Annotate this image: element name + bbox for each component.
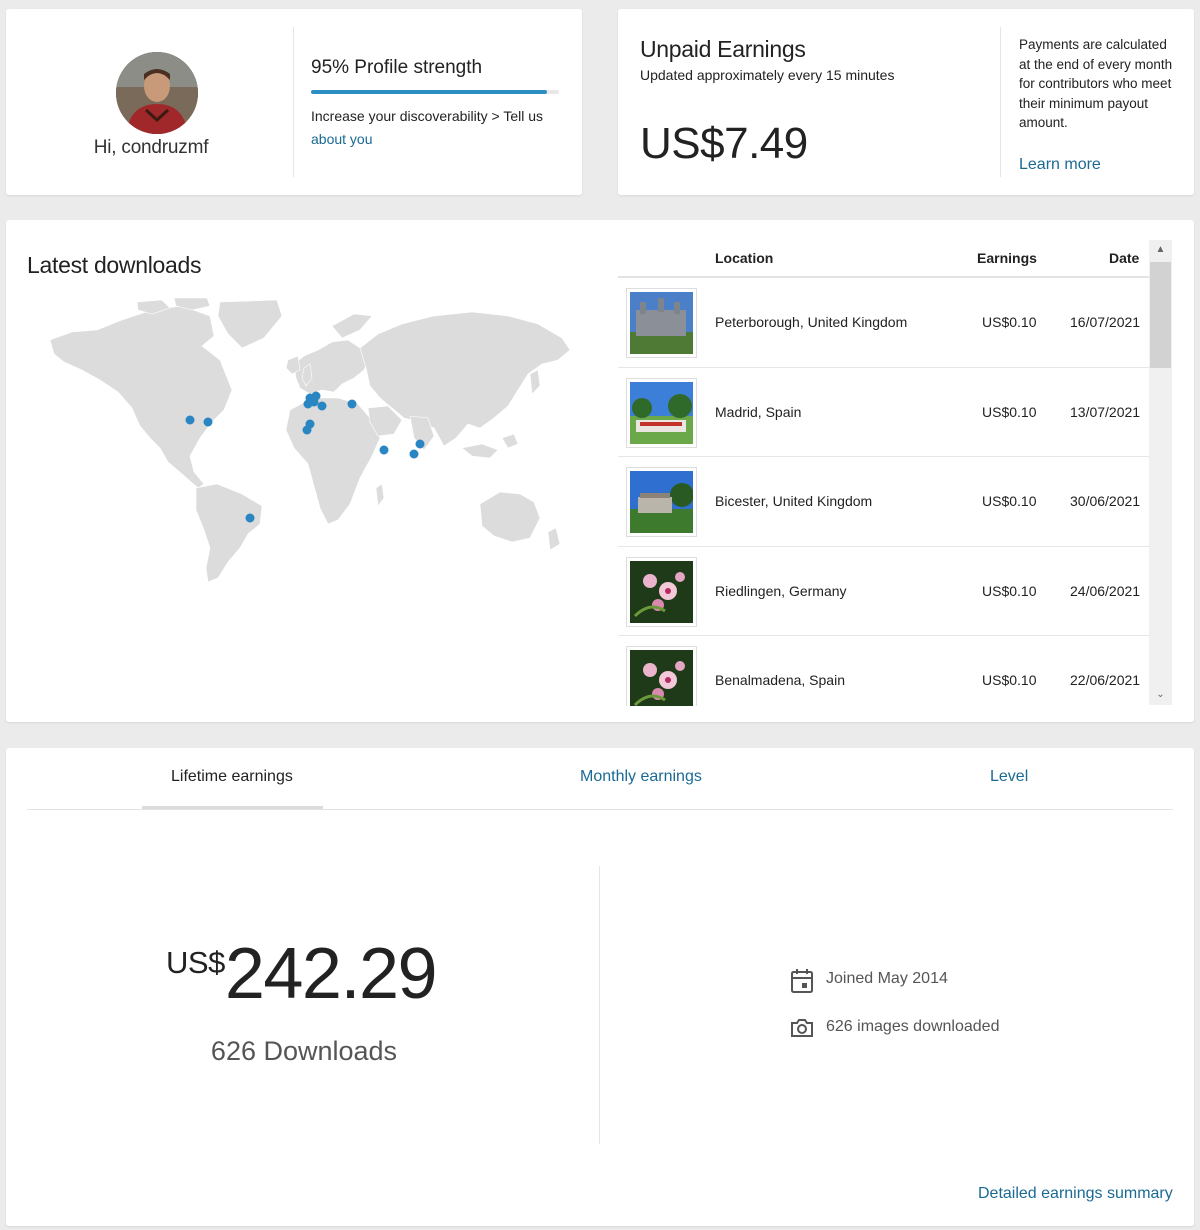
flower-icon <box>630 650 693 706</box>
profile-card: Hi, condruzmf 95% Profile strength Incre… <box>6 9 582 195</box>
building-icon <box>630 292 693 354</box>
hint-text: Increase your discoverability > Tell us <box>311 108 544 124</box>
row-earnings: US$0.10 <box>982 582 1037 599</box>
download-marker[interactable] <box>347 399 357 409</box>
row-earnings: US$0.10 <box>982 314 1037 330</box>
row-date: 24/06/2021 <box>1070 582 1141 599</box>
table-row[interactable]: Benalmadena, Spain US$0.10 22/06/2021 <box>618 636 1150 706</box>
download-marker[interactable] <box>409 449 419 459</box>
discoverability-hint: Increase your discoverability > Tell us … <box>311 105 566 151</box>
divider <box>599 866 600 1144</box>
download-marker[interactable] <box>245 513 255 523</box>
amount-value: 242.29 <box>224 934 438 1014</box>
row-location: Bicester, United Kingdom <box>715 493 873 509</box>
payment-note: Payments are calculated at the end of ev… <box>1019 37 1173 130</box>
table-body: Peterborough, United Kingdom US$0.10 16/07… <box>618 278 1150 706</box>
row-date: 30/06/2021 <box>1070 493 1141 509</box>
image-thumbnail[interactable] <box>626 467 697 537</box>
row-location: Riedlingen, Germany <box>715 582 847 599</box>
table-row[interactable]: Peterborough, United Kingdom US$0.10 16/07… <box>618 278 1150 368</box>
scrollbar-thumb[interactable] <box>1150 262 1171 368</box>
tab-monthly-earnings[interactable]: Monthly earnings <box>580 768 702 786</box>
flower-icon <box>630 560 693 623</box>
table-row[interactable]: Riedlingen, Germany US$0.10 24/06/2021 <box>618 547 1150 636</box>
profile-strength-bar <box>311 90 559 94</box>
unpaid-earnings-amount: US$7.49 <box>640 119 808 168</box>
joined-text: Joined May 2014 <box>826 970 948 987</box>
download-marker[interactable] <box>415 439 425 449</box>
download-marker[interactable] <box>303 399 313 409</box>
profile-strength-fill <box>311 90 547 94</box>
column-date: Date <box>1109 250 1140 266</box>
detailed-earnings-summary-link[interactable]: Detailed earnings summary <box>978 1185 1173 1203</box>
active-tab-indicator <box>142 806 323 809</box>
world-map <box>49 298 571 583</box>
table-scrollbar[interactable]: ▲ ⌄ <box>1149 240 1172 705</box>
images-downloaded-text: 626 images downloaded <box>826 1018 1000 1035</box>
download-marker[interactable] <box>379 445 389 455</box>
divider <box>293 27 294 177</box>
greeting: Hi, condruzmf <box>93 137 209 158</box>
download-marker[interactable] <box>317 401 327 411</box>
unpaid-earnings-card: Unpaid Earnings Updated approximately ev… <box>618 9 1194 195</box>
column-location: Location <box>715 250 774 266</box>
row-date: 16/07/2021 <box>1070 314 1141 330</box>
unpaid-earnings-subtitle: Updated approximately every 15 minutes <box>640 67 895 83</box>
lifetime-earnings-amount: US$242.29 <box>166 933 438 1015</box>
downloads-count: 626 Downloads <box>210 1036 398 1066</box>
lifetime-earnings-card: Lifetime earnings Monthly earnings Level… <box>6 748 1194 1226</box>
park-icon <box>630 381 693 444</box>
row-date: 22/06/2021 <box>1070 672 1141 688</box>
profile-strength-label: 95% Profile strength <box>311 57 483 78</box>
divider <box>1000 27 1001 177</box>
download-marker[interactable] <box>302 425 312 435</box>
calendar-icon <box>791 969 813 993</box>
mansion-icon <box>630 471 693 533</box>
row-earnings: US$0.10 <box>982 493 1037 509</box>
row-earnings: US$0.10 <box>982 403 1037 420</box>
download-marker[interactable] <box>203 417 213 427</box>
tab-lifetime-earnings[interactable]: Lifetime earnings <box>171 768 293 786</box>
table-header: Location Earnings Date <box>618 240 1150 278</box>
row-date: 13/07/2021 <box>1070 403 1141 420</box>
avatar[interactable] <box>116 52 198 134</box>
row-location: Peterborough, United Kingdom <box>715 314 908 330</box>
latest-downloads-title: Latest downloads <box>27 252 202 278</box>
row-earnings: US$0.10 <box>982 672 1037 688</box>
camera-icon <box>791 1019 813 1037</box>
image-thumbnail[interactable] <box>626 288 697 358</box>
table-row[interactable]: Bicester, United Kingdom US$0.10 30/06/202… <box>618 457 1150 547</box>
column-earnings: Earnings <box>977 250 1037 266</box>
unpaid-earnings-title: Unpaid Earnings <box>640 36 806 62</box>
download-marker[interactable] <box>311 391 321 401</box>
image-thumbnail[interactable] <box>626 556 697 627</box>
scroll-down-icon[interactable]: ⌄ <box>1149 685 1172 705</box>
table-row[interactable]: Madrid, Spain US$0.10 13/07/2021 <box>618 368 1150 457</box>
about-you-link[interactable]: about you <box>311 131 373 147</box>
image-thumbnail[interactable] <box>626 377 697 448</box>
earnings-tabs: Lifetime earnings Monthly earnings Level <box>27 748 1173 810</box>
latest-downloads-card: Latest downloads Location Earnings Date … <box>6 220 1194 722</box>
download-marker[interactable] <box>185 415 195 425</box>
world-map-land <box>49 298 571 583</box>
currency-prefix: US$ <box>166 945 225 980</box>
image-thumbnail[interactable] <box>626 646 697 706</box>
tab-level[interactable]: Level <box>990 768 1028 786</box>
downloads-table: Location Earnings Date Peterborough, Uni… <box>618 240 1150 706</box>
row-location: Benalmadena, Spain <box>715 672 845 688</box>
scroll-up-icon[interactable]: ▲ <box>1149 240 1172 260</box>
learn-more-link[interactable]: Learn more <box>1019 156 1101 174</box>
row-location: Madrid, Spain <box>715 403 802 420</box>
